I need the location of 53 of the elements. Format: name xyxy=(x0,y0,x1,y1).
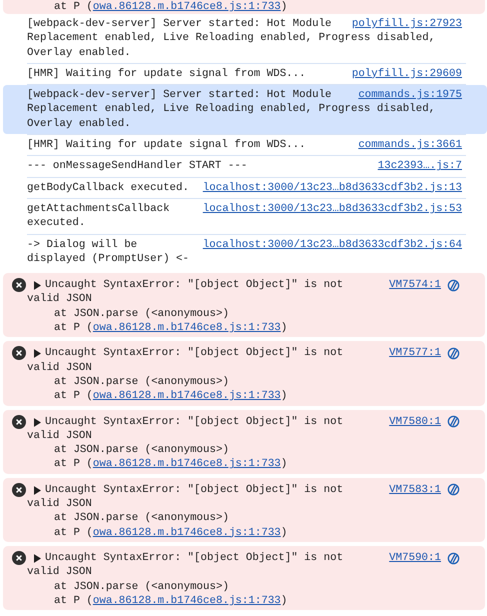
source-link[interactable]: VM7574:1 xyxy=(389,278,441,292)
error-icon xyxy=(12,278,26,292)
source-link[interactable]: commands.js:1975 xyxy=(358,88,462,102)
source-link[interactable]: localhost:3000/13c23…b8d3633cdf3b2.js:53 xyxy=(202,202,462,216)
stack-frame-text: at P (owa.86128.m.b1746ce8.js:1:733) xyxy=(54,458,288,470)
explain-icon[interactable] xyxy=(447,415,460,428)
error-icon xyxy=(12,346,26,360)
error-icon xyxy=(12,482,26,497)
stack-frame-text: at JSON.parse (<anonymous>) xyxy=(54,376,229,388)
expand-triangle-icon[interactable] xyxy=(34,349,41,358)
source-link[interactable]: VM7580:1 xyxy=(389,414,441,429)
explain-icon[interactable] xyxy=(447,552,460,565)
stack-frame-text: at JSON.parse (<anonymous>) xyxy=(54,308,229,320)
stack-frame-text: at P (owa.86128.m.b1746ce8.js:1:733) xyxy=(54,1,288,13)
console-message[interactable]: [webpack-dev-server] Server started: Hot Module Replacement enabled, Live Reloading enabled, Progress disabled, Overlay enabled. polyfill.js:27923 xyxy=(0,14,487,63)
source-link[interactable]: owa.86128.m.b1746ce8.js:1:733 xyxy=(92,594,281,607)
console-message[interactable]: getAttachmentsCallback executed. localhost:3000/13c23…b8d3633cdf3b2.js:53 xyxy=(0,198,487,234)
source-link[interactable]: owa.86128.m.b1746ce8.js:1:733 xyxy=(92,1,281,13)
source-link[interactable]: polyfill.js:29609 xyxy=(352,66,462,82)
console-message[interactable]: -> Dialog will be displayed (PromptUser) <- localhost:3000/13c23…b8d3633cdf3b2.js:64 xyxy=(0,234,487,270)
expand-triangle-icon[interactable] xyxy=(34,486,41,495)
stack-frame-text: at JSON.parse (<anonymous>) xyxy=(54,580,229,592)
expand-triangle-icon[interactable] xyxy=(34,281,41,290)
source-link[interactable]: owa.86128.m.b1746ce8.js:1:733 xyxy=(92,390,281,402)
explain-icon[interactable] xyxy=(447,278,460,292)
source-link[interactable]: commands.js:3661 xyxy=(358,138,462,152)
error-icon xyxy=(12,550,26,565)
console-message[interactable]: getBodyCallback executed. localhost:3000/13c23…b8d3633cdf3b2.js:13 xyxy=(0,178,487,198)
expand-triangle-icon[interactable] xyxy=(34,554,41,563)
console-message[interactable]: [HMR] Waiting for update signal from WDS... commands.js:3661 xyxy=(0,135,487,156)
expand-triangle-icon[interactable] xyxy=(34,418,41,427)
source-link[interactable]: owa.86128.m.b1746ce8.js:1:733 xyxy=(92,458,281,470)
stack-frame-text: at JSON.parse (<anonymous>) xyxy=(54,444,229,456)
source-link[interactable]: VM7577:1 xyxy=(389,346,441,361)
stack-frame-text: at P (owa.86128.m.b1746ce8.js:1:733) xyxy=(54,322,288,334)
source-link[interactable]: localhost:3000/13c23…b8d3633cdf3b2.js:13 xyxy=(202,180,462,195)
console-message[interactable]: [webpack-dev-server] Server started: Hot Module Replacement enabled, Live Reloading enabled, Progress disabled, Overlay enabled. commands.js:1975 xyxy=(3,85,487,134)
source-link[interactable]: owa.86128.m.b1746ce8.js:1:733 xyxy=(92,526,281,539)
stack-frame-text: at P (owa.86128.m.b1746ce8.js:1:733) xyxy=(54,526,288,539)
stack-frame-text: at JSON.parse (<anonymous>) xyxy=(54,512,229,524)
console-message[interactable]: [HMR] Waiting for update signal from WDS... polyfill.js:29609 xyxy=(0,64,487,84)
explain-icon[interactable] xyxy=(447,483,460,496)
stack-frame-text: at P (owa.86128.m.b1746ce8.js:1:733) xyxy=(54,594,288,607)
source-link[interactable]: VM7590:1 xyxy=(389,550,441,566)
source-link[interactable]: polyfill.js:27923 xyxy=(352,17,462,32)
source-link[interactable]: localhost:3000/13c23…b8d3633cdf3b2.js:64 xyxy=(202,238,462,252)
source-link[interactable]: owa.86128.m.b1746ce8.js:1:733 xyxy=(92,322,281,334)
stack-frame-text: at P (owa.86128.m.b1746ce8.js:1:733) xyxy=(54,390,288,402)
source-link[interactable]: VM7583:1 xyxy=(389,482,441,498)
source-link[interactable]: 13c2393….js:7 xyxy=(378,159,462,174)
explain-icon[interactable] xyxy=(447,346,460,360)
error-icon xyxy=(12,414,26,429)
console-message[interactable]: --- onMessageSendHandler START --- 13c2393….js:7 xyxy=(0,156,487,177)
